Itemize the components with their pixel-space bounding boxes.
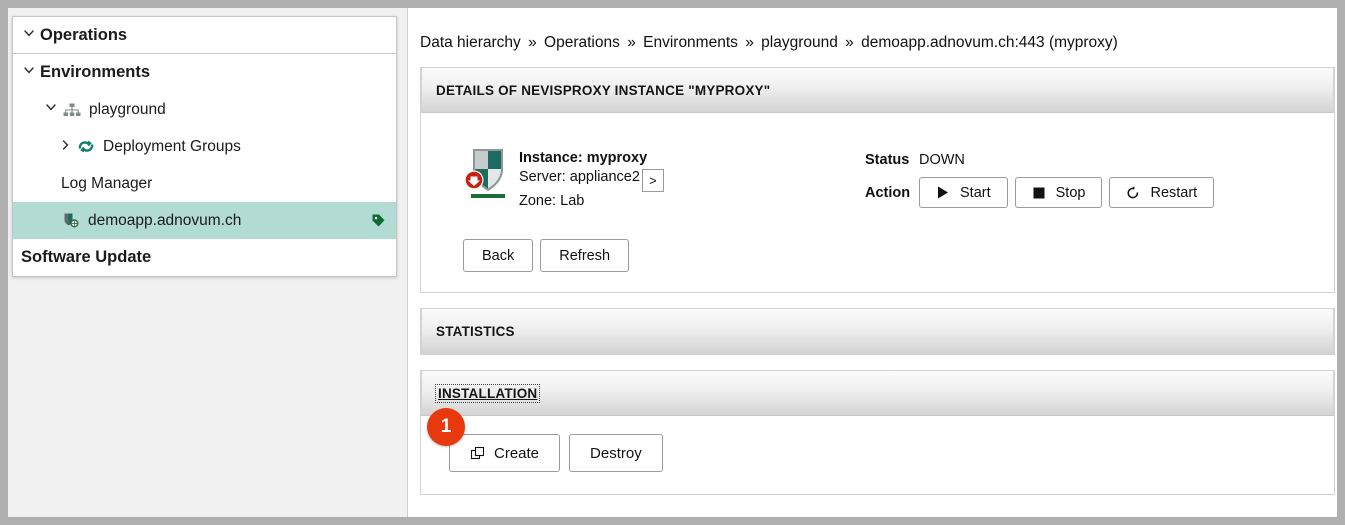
sitemap-icon: [62, 101, 82, 119]
instance-label: Instance:: [519, 150, 583, 166]
sidebar-item-label: demoapp.adnovum.ch: [88, 211, 242, 229]
shield-down-icon: [463, 145, 513, 201]
details-panel: DETAILS OF NEVISPROXY INSTANCE "MYPROXY": [420, 67, 1335, 293]
breadcrumb-item-current: demoapp.adnovum.ch:443 (myproxy): [861, 34, 1118, 51]
chevron-right-icon[interactable]: [57, 139, 73, 150]
sidebar-item-label: Log Manager: [61, 174, 153, 192]
statistics-panel: STATISTICS: [420, 308, 1335, 355]
content-pane: Data hierarchy » Operations » Environmen…: [408, 8, 1337, 517]
deployment-group-icon: [76, 138, 96, 156]
zone-value: Lab: [560, 193, 585, 209]
instance-info: Instance: myproxy Server: appliance2 > Zo…: [435, 145, 865, 211]
breadcrumb-item-playground[interactable]: playground: [761, 34, 838, 51]
action-label: Action: [865, 184, 911, 201]
sidebar-item-label: Environments: [40, 63, 151, 81]
sidebar-item-label: playground: [89, 100, 166, 118]
instance-text-block: Instance: myproxy Server: appliance2 > Zo…: [519, 145, 664, 211]
restart-button[interactable]: Restart: [1109, 177, 1215, 208]
tag-icon[interactable]: [370, 213, 386, 229]
statistics-panel-title: STATISTICS: [436, 323, 515, 339]
installation-panel-body: 1 Create Destroy: [421, 408, 1334, 494]
application-window: Operations Environments playground Deplo…: [8, 8, 1337, 517]
breadcrumb: Data hierarchy » Operations » Environmen…: [408, 8, 1337, 52]
server-more-button[interactable]: >: [641, 169, 664, 192]
navigation-pane: Operations Environments playground Deplo…: [8, 8, 408, 517]
status-label: Status: [865, 152, 910, 168]
details-row: Instance: myproxy Server: appliance2 > Zo…: [435, 131, 1320, 211]
installation-panel-title: INSTALLATION: [434, 383, 541, 403]
zone-label: Zone:: [519, 193, 557, 209]
sidebar-item-demoapp-adnovum-ch[interactable]: demoapp.adnovum.ch: [13, 202, 396, 239]
details-panel-header[interactable]: DETAILS OF NEVISPROXY INSTANCE "MYPROXY": [421, 67, 1334, 113]
refresh-button-label: Refresh: [559, 247, 611, 264]
details-panel-body: Instance: myproxy Server: appliance2 > Zo…: [421, 113, 1334, 292]
status-info: Status DOWN Action Start Stop Restart: [865, 145, 1215, 208]
chevron-down-icon[interactable]: [21, 67, 37, 74]
action-line: Action Start Stop Restart: [865, 177, 1215, 208]
destroy-button-label: Destroy: [590, 444, 642, 462]
installation-panel: INSTALLATION 1 Create Destroy: [420, 370, 1335, 495]
chevron-down-icon[interactable]: [43, 104, 59, 111]
server-label: Server:: [519, 169, 566, 185]
restart-button-label: Restart: [1150, 184, 1198, 201]
breadcrumb-item-environments[interactable]: Environments: [643, 34, 738, 51]
refresh-button[interactable]: Refresh: [540, 239, 630, 272]
chevron-down-icon[interactable]: [21, 29, 37, 37]
status-line: Status DOWN: [865, 149, 1214, 171]
proxy-globe-icon: [61, 212, 81, 230]
play-icon: [936, 186, 950, 200]
sidebar-item-label: Operations: [40, 25, 128, 44]
sidebar-item-operations[interactable]: Operations: [13, 17, 396, 54]
sidebar-item-software-update[interactable]: Software Update: [13, 239, 396, 276]
step-badge-1: 1: [427, 408, 465, 446]
data-hierarchy-tree: Operations Environments playground Deplo…: [12, 16, 397, 277]
details-panel-title: DETAILS OF NEVISPROXY INSTANCE "MYPROXY": [436, 82, 771, 98]
stop-icon: [1032, 186, 1046, 200]
create-button-label: Create: [494, 444, 540, 462]
breadcrumb-separator: »: [845, 34, 854, 51]
sidebar-item-environments[interactable]: Environments: [13, 54, 396, 91]
breadcrumb-separator: »: [745, 34, 754, 51]
status-badge: DOWN: [919, 152, 965, 168]
stop-button-label: Stop: [1055, 184, 1086, 201]
back-button-label: Back: [482, 247, 515, 264]
sidebar-item-log-manager[interactable]: Log Manager: [13, 165, 396, 202]
copy-windows-icon: [470, 446, 484, 460]
breadcrumb-separator: »: [528, 34, 537, 51]
breadcrumb-separator: »: [627, 34, 636, 51]
stop-button[interactable]: Stop: [1014, 177, 1103, 208]
back-button[interactable]: Back: [463, 239, 534, 272]
destroy-button[interactable]: Destroy: [569, 434, 663, 472]
sidebar-item-deployment-groups[interactable]: Deployment Groups: [13, 128, 396, 165]
server-value: appliance2: [569, 169, 640, 185]
breadcrumb-item-data-hierarchy[interactable]: Data hierarchy: [420, 34, 521, 51]
sidebar-item-label: Software Update: [21, 248, 152, 266]
create-button[interactable]: Create: [449, 434, 561, 472]
statistics-panel-header[interactable]: STATISTICS: [421, 308, 1334, 354]
details-footer-buttons: Back Refresh: [463, 239, 1320, 272]
start-button-label: Start: [960, 184, 991, 201]
installation-panel-header[interactable]: INSTALLATION: [421, 370, 1334, 416]
breadcrumb-item-operations[interactable]: Operations: [544, 34, 620, 51]
sidebar-item-playground[interactable]: playground: [13, 91, 396, 128]
instance-value: myproxy: [586, 150, 648, 166]
sidebar-item-label: Deployment Groups: [103, 137, 241, 155]
start-button[interactable]: Start: [919, 177, 1008, 208]
restart-icon: [1126, 185, 1140, 200]
